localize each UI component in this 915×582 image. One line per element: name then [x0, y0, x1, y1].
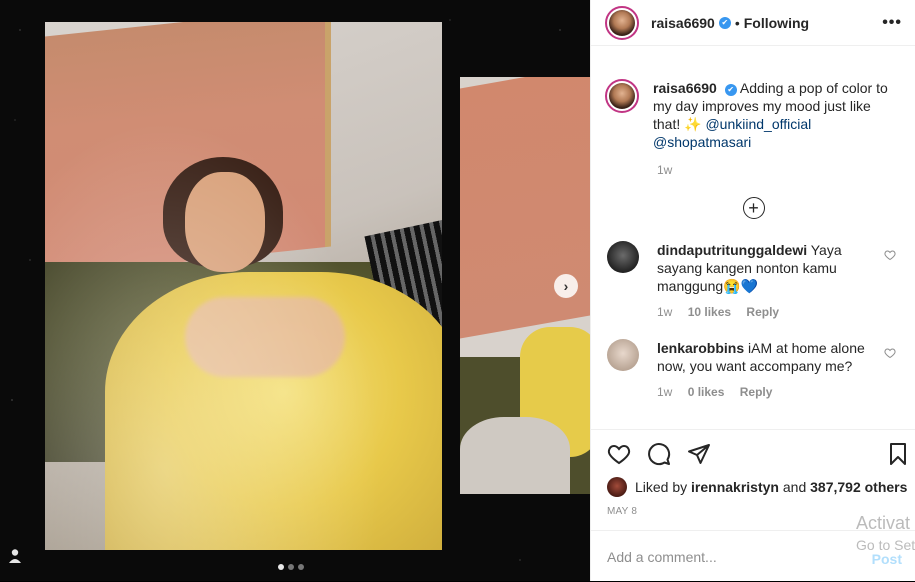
comment-time: 1w [657, 385, 673, 399]
comment-heart-icon[interactable] [884, 249, 896, 261]
likes-count[interactable]: 387,792 others [810, 479, 907, 495]
load-more-comments[interactable]: + [591, 197, 915, 219]
plus-circle-icon[interactable]: + [742, 197, 765, 219]
next-photo-button[interactable]: › [554, 274, 578, 298]
comments-section[interactable]: raisa6690 ✔ Adding a pop of color to my … [591, 46, 915, 429]
more-options-icon[interactable]: ••• [882, 14, 902, 32]
post-date[interactable]: MAY 8 [607, 506, 637, 517]
caption-username[interactable]: raisa6690 [653, 80, 717, 96]
comment-likes[interactable]: 0 likes [688, 385, 725, 399]
header-username[interactable]: raisa6690 [651, 15, 715, 31]
reply-button[interactable]: Reply [746, 305, 779, 319]
add-comment-input[interactable]: Add a comment... [607, 549, 717, 565]
separator: • [734, 14, 740, 31]
chevron-right-icon: › [563, 278, 569, 294]
carousel-dots [278, 564, 304, 570]
carousel-dot [278, 564, 284, 570]
caption-avatar[interactable] [605, 79, 639, 113]
following-button[interactable]: Following [744, 15, 809, 31]
comment-username[interactable]: dindaputritunggaldewi [657, 242, 807, 258]
post-media: › [0, 0, 590, 581]
avatar[interactable] [605, 5, 639, 40]
comment-meta: 1w 0 likes Reply [657, 385, 915, 399]
post-side-panel: raisa6690 ✔ • Following ••• raisa6690 ✔ … [590, 0, 915, 581]
user-icon[interactable] [8, 548, 22, 564]
carousel-dot [288, 564, 294, 570]
comment-avatar[interactable] [607, 241, 639, 273]
comment-likes[interactable]: 10 likes [688, 305, 731, 319]
comment-time: 1w [657, 305, 673, 319]
comment-icon[interactable] [647, 442, 671, 466]
liker-username[interactable]: irennakristyn [691, 479, 779, 495]
caption-time: 1w [657, 163, 673, 177]
windows-activation-watermark: Activat Go to Set [856, 513, 915, 553]
mention-link[interactable]: @unkiind_official [705, 116, 811, 132]
caption: raisa6690 ✔ Adding a pop of color to my … [591, 46, 915, 151]
mention-link[interactable]: @shopatmasari [653, 134, 751, 150]
verified-badge-icon: ✔ [718, 16, 731, 29]
comment: dindaputritunggaldewi Yaya sayang kangen… [591, 241, 915, 295]
carousel-dot [298, 564, 304, 570]
likes-summary: Liked by irennakristyn and 387,792 other… [607, 477, 907, 497]
share-icon[interactable] [687, 442, 711, 466]
comment-username[interactable]: lenkarobbins [657, 340, 744, 356]
action-bar [591, 429, 915, 470]
comment: lenkarobbins iAM at home alone now, you … [591, 339, 915, 375]
bookmark-icon[interactable] [886, 442, 910, 466]
verified-badge-icon: ✔ [724, 84, 737, 96]
comment-avatar[interactable] [607, 339, 639, 371]
comment-meta: 1w 10 likes Reply [657, 305, 915, 319]
reply-button[interactable]: Reply [740, 385, 773, 399]
comment-heart-icon[interactable] [884, 347, 896, 359]
liker-avatar[interactable] [607, 477, 627, 497]
post-photo-current[interactable] [45, 22, 442, 550]
post-header: raisa6690 ✔ • Following ••• [591, 0, 915, 46]
heart-icon[interactable] [607, 442, 631, 466]
